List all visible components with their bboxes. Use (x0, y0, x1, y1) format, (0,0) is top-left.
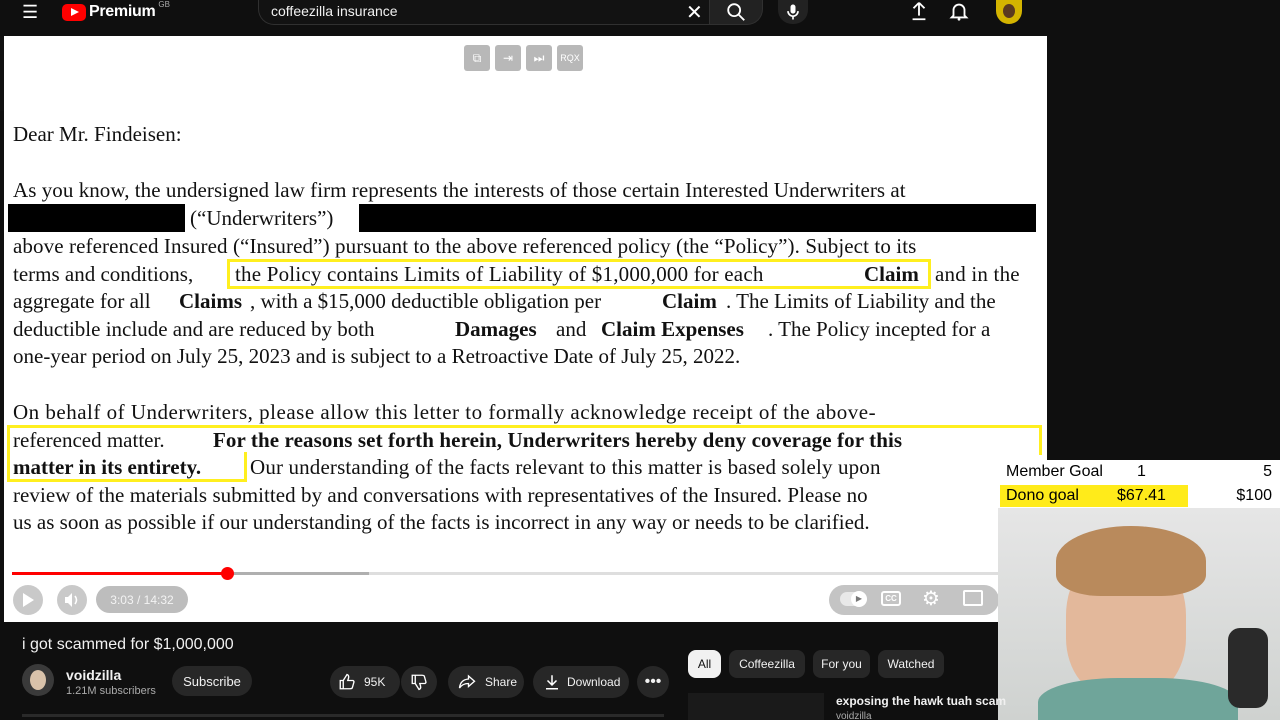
chip-watched[interactable]: Watched (878, 650, 944, 678)
video-title: i got scammed for $1,000,000 (22, 636, 234, 653)
settings-icon[interactable]: ⚙ (922, 588, 940, 610)
redaction-bar (8, 204, 185, 232)
dono-goal-target: $100 (1236, 487, 1272, 504)
letter-denial-statement: For the reasons set forth herein, Underw… (213, 428, 903, 452)
close-icon[interactable]: ✕ (686, 0, 703, 25)
youtube-play-icon (62, 3, 86, 21)
letter-p1-line5e: . The Limits of Liability and the (726, 289, 996, 313)
chip-for-you[interactable]: For you (813, 650, 870, 678)
letter-p1-line2: (“Underwriters”) (190, 206, 334, 230)
like-button[interactable]: 95K (330, 666, 400, 698)
letter-term-claim: Claim (662, 289, 717, 313)
letter-term-damages: Damages (455, 317, 537, 341)
letter-p1-line6e: . The Policy incepted for a (768, 317, 991, 341)
content-divider (22, 714, 664, 717)
more-icon: ••• (644, 673, 662, 690)
redaction-bar (359, 204, 1036, 232)
download-icon (546, 675, 558, 690)
search-input[interactable]: coffeezilla insurance (271, 3, 398, 19)
letter-p1-line4b: the Policy contains Limits of Liability … (235, 262, 764, 286)
chip-coffeezilla[interactable]: Coffeezilla (729, 650, 805, 678)
volume-button[interactable] (57, 585, 87, 615)
letter-p1-line3: above referenced Insured (“Insured”) pur… (13, 234, 917, 258)
letter-salutation: Dear Mr. Findeisen: (13, 122, 182, 146)
download-label: Download (567, 675, 621, 689)
share-button[interactable]: Share (448, 666, 524, 698)
thumbs-up-icon (339, 673, 355, 690)
channel-name[interactable]: voidzilla (66, 667, 121, 683)
menu-icon[interactable]: ☰ (22, 2, 40, 22)
member-goal-target: 5 (1263, 463, 1272, 480)
like-count: 95K (364, 675, 386, 689)
letter-term-claims: Claims (179, 289, 242, 313)
letter-p1-line7: one-year period on July 25, 2023 and is … (13, 344, 741, 368)
recommendation-title[interactable]: exposing the hawk tuah scam (836, 694, 1006, 708)
ocr-button[interactable]: RQX (557, 45, 583, 71)
member-goal-label: Member Goal (1006, 463, 1103, 480)
more-actions-button[interactable]: ••• (637, 666, 669, 698)
logo-text: Premium (89, 3, 156, 20)
channel-avatar[interactable] (22, 664, 54, 696)
play-icon (23, 593, 34, 607)
letter-p2-line1: On behalf of Underwriters, please allow … (13, 400, 877, 424)
mic-icon (787, 4, 799, 20)
thumbs-down-icon (411, 674, 427, 691)
letter-p2-line4: review of the materials submitted by and… (13, 483, 868, 507)
letter-p1-line1: As you know, the undersigned law firm re… (13, 178, 906, 202)
letter-denial-statement-end: matter in its entirety. (13, 455, 202, 479)
captions-icon[interactable]: CC (881, 591, 901, 606)
recommendation-thumbnail[interactable] (688, 693, 824, 720)
download-button[interactable]: Download (533, 666, 629, 698)
letter-p1-line4d: and in the (935, 262, 1020, 286)
letter-p2-line2a: referenced matter. (13, 428, 165, 452)
letter-term-claim-expenses: Claim Expenses (601, 317, 744, 341)
recommendation-channel[interactable]: voidzilla (836, 711, 872, 720)
play-button[interactable] (13, 585, 43, 615)
search-button[interactable] (709, 0, 763, 25)
letter-p1-line6a: deductible include and are reduced by bo… (13, 317, 375, 341)
letter-p2-line3b: Our understanding of the facts relevant … (250, 455, 881, 479)
upload-icon[interactable] (908, 0, 930, 22)
share-label: Share (485, 675, 518, 689)
letter-p1-line4a: terms and conditions, (13, 262, 194, 286)
share-icon (458, 674, 476, 689)
letter-p1-line5c: , with a $15,000 deductible obligation p… (250, 289, 602, 313)
chip-all[interactable]: All (688, 650, 721, 678)
dislike-button[interactable] (401, 666, 437, 698)
logo-region: GB (158, 0, 170, 9)
dono-goal-current: $67.41 (1117, 487, 1166, 504)
bell-icon[interactable] (948, 0, 970, 22)
time-display: 3:03 / 14:32 (96, 586, 188, 613)
progress-scrubber[interactable] (221, 567, 234, 580)
webcam-feed (998, 508, 1280, 720)
search-icon (727, 3, 745, 21)
dono-goal-label: Dono goal (1006, 487, 1079, 504)
autoplay-toggle[interactable]: ▶ (840, 591, 867, 607)
letter-p1-line5a: aggregate for all (13, 289, 151, 313)
letter-p2-line5: us as soon as possible if our understand… (13, 510, 870, 534)
member-goal-current: 1 (1137, 463, 1146, 480)
popout-icon[interactable]: ⧉ (464, 45, 490, 71)
export-icon[interactable]: ⇥ (495, 45, 521, 71)
skip-icon[interactable]: ⏭ (526, 45, 552, 71)
fullscreen-icon[interactable] (963, 590, 983, 606)
letter-term-claim: Claim (864, 262, 919, 286)
subscriber-count: 1.21M subscribers (66, 685, 156, 697)
letter-p1-line6c: and (556, 317, 587, 341)
youtube-logo[interactable]: Premium GB (62, 0, 170, 23)
volume-icon (65, 593, 78, 607)
progress-played (12, 572, 227, 575)
subscribe-button[interactable]: Subscribe (172, 666, 252, 696)
